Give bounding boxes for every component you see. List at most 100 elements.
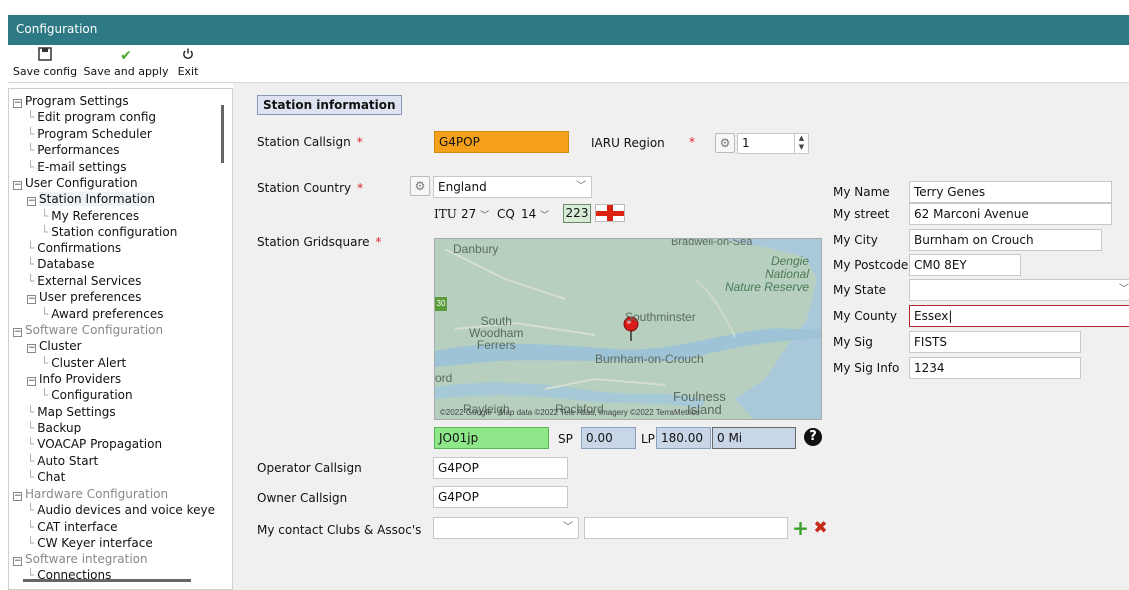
collapse-icon[interactable]: − bbox=[13, 181, 22, 190]
tree-item-award-preferences[interactable]: └ Award preferences bbox=[41, 306, 163, 322]
tree-item-label: Program Scheduler bbox=[37, 127, 152, 141]
my-sig-input[interactable]: FISTS bbox=[909, 331, 1081, 353]
tree-item-chat[interactable]: └ Chat bbox=[27, 469, 65, 485]
gridsquare-input[interactable]: JO01jp bbox=[434, 427, 549, 449]
tree-item-station-configuration[interactable]: └ Station configuration bbox=[41, 224, 177, 240]
tree-item-map-settings[interactable]: └ Map Settings bbox=[27, 404, 116, 420]
tree-item-voacap-propagation[interactable]: └ VOACAP Propagation bbox=[27, 436, 162, 452]
save-and-apply-label: Save and apply bbox=[83, 65, 169, 78]
tree-item-hardware-configuration[interactable]: − Hardware Configuration bbox=[13, 486, 168, 502]
cq-label: CQ bbox=[497, 207, 515, 221]
text-caret: | bbox=[948, 309, 953, 323]
tree-item-program-settings[interactable]: − Program Settings bbox=[13, 93, 129, 109]
tree-item-label: User preferences bbox=[39, 290, 142, 304]
tree-item-confirmations[interactable]: └ Confirmations bbox=[27, 240, 121, 256]
exit-button[interactable]: Exit bbox=[172, 47, 204, 78]
operator-callsign-input[interactable]: G4POP bbox=[433, 457, 568, 479]
tree-horizontal-scrollbar[interactable] bbox=[23, 579, 191, 582]
tree-item-label: Station Information bbox=[39, 192, 155, 206]
tree-item-user-preferences[interactable]: − User preferences bbox=[27, 289, 141, 305]
tree-item-edit-program-config[interactable]: └ Edit program config bbox=[27, 109, 156, 125]
my-state-select[interactable]: ﹀ bbox=[909, 279, 1129, 301]
collapse-icon[interactable]: − bbox=[27, 197, 36, 206]
tree-item-software-configuration[interactable]: − Software Configuration bbox=[13, 322, 163, 338]
tree-connector-icon: └ bbox=[27, 274, 35, 288]
tree-connector-icon: └ bbox=[27, 421, 35, 435]
itu-label: ITU bbox=[434, 207, 457, 221]
field-value: CM0 8EY bbox=[914, 258, 967, 272]
tree-item-performances[interactable]: └ Performances bbox=[27, 142, 120, 158]
collapse-icon[interactable]: − bbox=[13, 99, 22, 108]
station-callsign-label: Station Callsign * bbox=[257, 135, 363, 149]
tree-connector-icon: └ bbox=[27, 160, 35, 174]
collapse-icon[interactable]: − bbox=[27, 295, 36, 304]
tree-item-software-integration[interactable]: − Software integration bbox=[13, 551, 148, 567]
tree-item-audio-devices-and-voice-keye[interactable]: └ Audio devices and voice keye bbox=[27, 502, 215, 518]
contact-clubs-label: My contact Clubs & Assoc's bbox=[257, 523, 422, 537]
collapse-icon[interactable]: − bbox=[13, 557, 22, 566]
my-street-input[interactable]: 62 Marconi Avenue bbox=[909, 203, 1112, 225]
sp-label: SP bbox=[558, 432, 573, 446]
tree-item-cluster[interactable]: − Cluster bbox=[27, 338, 82, 354]
remove-club-x-icon[interactable]: ✖ bbox=[812, 520, 829, 537]
map-attribution: ©2022 Google - Map data ©2022 Tele Atlas… bbox=[440, 408, 700, 417]
iaru-lookup-gear-icon[interactable]: ⚙ bbox=[715, 133, 735, 153]
england-flag-icon bbox=[595, 204, 625, 222]
tree-item-info-providers[interactable]: − Info Providers bbox=[27, 371, 121, 387]
my-sig-info-input[interactable]: 1234 bbox=[909, 357, 1081, 379]
collapse-icon[interactable]: − bbox=[27, 377, 36, 386]
spinner-arrows-icon[interactable]: ▲ ▼ bbox=[794, 134, 808, 153]
tree-vertical-scrollbar[interactable] bbox=[221, 105, 224, 163]
toolbar: Save config ✔ Save and apply Exit bbox=[8, 45, 1129, 83]
field-value: 1234 bbox=[914, 361, 945, 375]
field-value: FISTS bbox=[914, 335, 948, 349]
location-map[interactable]: Danbury Bradwell-on-Sea Dengie National Na… bbox=[434, 238, 822, 420]
itu-select[interactable]: 27 ﹀ bbox=[461, 207, 489, 221]
collapse-icon[interactable]: − bbox=[13, 492, 22, 501]
country-lookup-gear-icon[interactable]: ⚙ bbox=[410, 176, 430, 196]
tree-item-my-references[interactable]: └ My References bbox=[41, 208, 139, 224]
tree-item-program-scheduler[interactable]: └ Program Scheduler bbox=[27, 126, 152, 142]
save-config-button[interactable]: Save config bbox=[10, 47, 80, 78]
collapse-icon[interactable]: − bbox=[13, 328, 22, 337]
iaru-region-spinner[interactable]: 1 ▲ ▼ bbox=[737, 133, 809, 154]
personal-label-my-city: My City bbox=[833, 233, 878, 247]
settings-tree[interactable]: − Program Settings └ Edit program config └ Pr… bbox=[8, 88, 233, 590]
tree-item-auto-start[interactable]: └ Auto Start bbox=[27, 453, 98, 469]
tree-item-label: Station configuration bbox=[51, 225, 178, 239]
my-county-input[interactable]: Essex| bbox=[909, 305, 1129, 327]
help-icon[interactable]: ? bbox=[804, 428, 822, 446]
exit-label: Exit bbox=[177, 65, 199, 78]
tree-item-configuration[interactable]: └ Configuration bbox=[41, 387, 133, 403]
tree-connector-icon: └ bbox=[27, 470, 35, 484]
tree-item-cat-interface[interactable]: └ CAT interface bbox=[27, 519, 118, 535]
station-country-select[interactable]: England ﹀ bbox=[433, 176, 592, 198]
my-name-input[interactable]: Terry Genes bbox=[909, 181, 1112, 203]
tree-item-database[interactable]: └ Database bbox=[27, 256, 95, 272]
field-value: Terry Genes bbox=[914, 185, 986, 199]
power-icon bbox=[172, 47, 204, 65]
map-place-burnham: Burnham-on-Crouch bbox=[595, 352, 704, 366]
tree-connector-icon: └ bbox=[27, 437, 35, 451]
station-callsign-input[interactable]: G4POP bbox=[434, 131, 569, 153]
tree-item-cluster-alert[interactable]: └ Cluster Alert bbox=[41, 355, 126, 371]
my-city-input[interactable]: Burnham on Crouch bbox=[909, 229, 1102, 251]
owner-callsign-input[interactable]: G4POP bbox=[433, 486, 568, 508]
tree-item-backup[interactable]: └ Backup bbox=[27, 420, 81, 436]
my-postcode-input[interactable]: CM0 8EY bbox=[909, 254, 1021, 276]
clubs-select[interactable]: ﹀ bbox=[433, 517, 579, 539]
tree-item-station-information[interactable]: − Station Information bbox=[27, 191, 155, 207]
tree-item-external-services[interactable]: └ External Services bbox=[27, 273, 141, 289]
chevron-down-icon: ﹀ bbox=[540, 211, 550, 221]
cq-select[interactable]: 14 ﹀ bbox=[521, 207, 549, 221]
tree-item-e-mail-settings[interactable]: └ E-mail settings bbox=[27, 159, 127, 175]
floppy-icon bbox=[10, 47, 80, 65]
add-club-plus-icon[interactable]: + bbox=[792, 518, 809, 538]
save-and-apply-button[interactable]: ✔ Save and apply bbox=[83, 47, 169, 78]
operator-callsign-label: Operator Callsign bbox=[257, 461, 362, 475]
tree-item-cw-keyer-interface[interactable]: └ CW Keyer interface bbox=[27, 535, 153, 551]
tree-item-label: CW Keyer interface bbox=[37, 536, 153, 550]
tree-item-user-configuration[interactable]: − User Configuration bbox=[13, 175, 138, 191]
collapse-icon[interactable]: − bbox=[27, 344, 36, 353]
clubs-text-input[interactable] bbox=[584, 517, 788, 539]
